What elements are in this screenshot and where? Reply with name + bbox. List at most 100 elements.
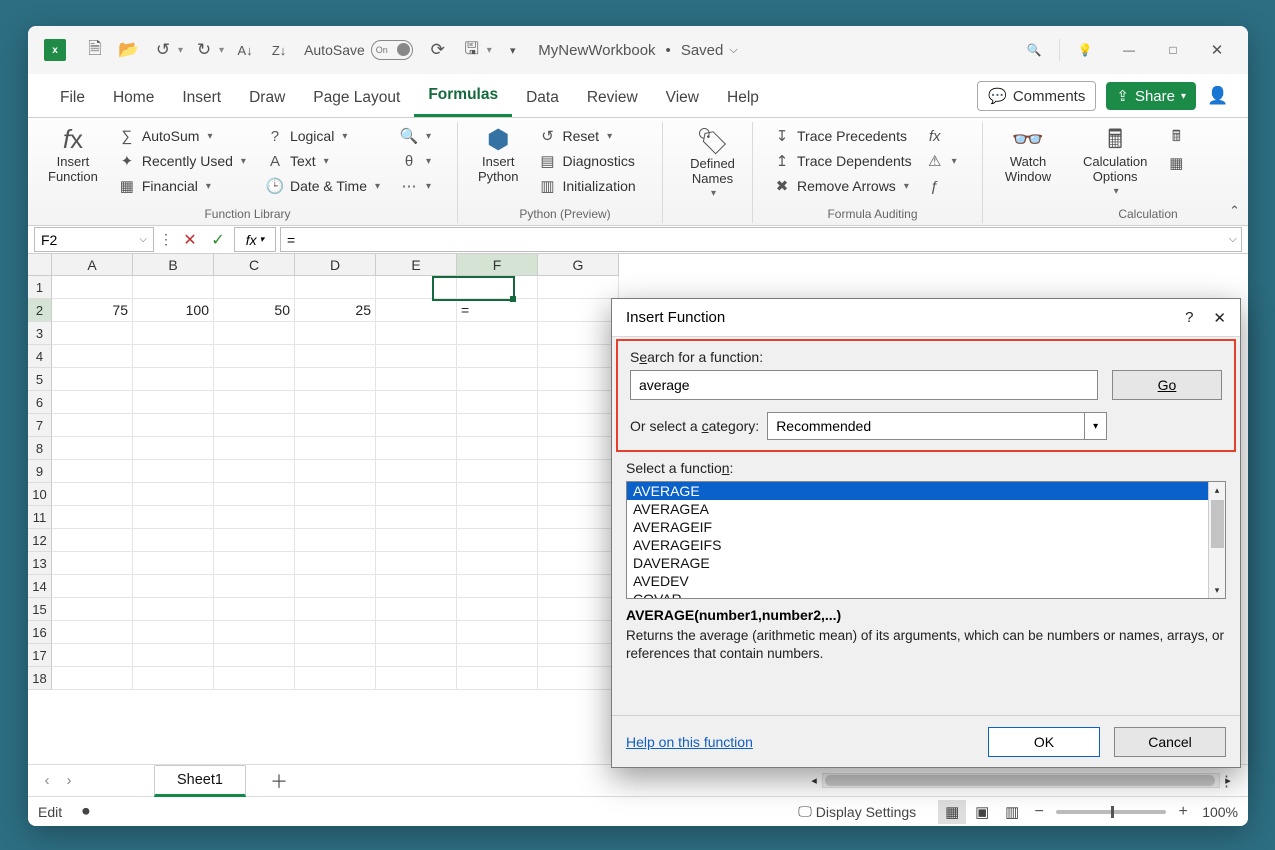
more-functions-button[interactable]: ⋯▾ <box>396 174 435 198</box>
cell[interactable] <box>52 414 133 437</box>
reset-button[interactable]: ↺Reset▾ <box>534 124 639 148</box>
tab-home[interactable]: Home <box>99 81 168 117</box>
row-header[interactable]: 1 <box>28 276 52 299</box>
cell[interactable] <box>457 483 538 506</box>
cancel-button[interactable]: Cancel <box>1114 727 1226 757</box>
trace-precedents-button[interactable]: ↧Trace Precedents <box>769 124 916 148</box>
function-list-item[interactable]: AVERAGE <box>627 482 1225 500</box>
column-header[interactable]: D <box>295 254 376 276</box>
cell[interactable] <box>214 575 295 598</box>
scroll-up-icon[interactable]: ▴ <box>1215 482 1220 498</box>
row-header[interactable]: 8 <box>28 437 52 460</box>
cell[interactable]: = <box>457 299 538 322</box>
tab-file[interactable]: File <box>46 81 99 117</box>
cell[interactable] <box>52 368 133 391</box>
error-checking-button[interactable]: ⚠▾ <box>922 149 961 173</box>
defined-names-button[interactable]: 🏷 Defined Names▾ <box>673 122 752 199</box>
cell[interactable] <box>538 322 619 345</box>
sheet-nav-prev-icon[interactable]: ‹ <box>36 770 58 792</box>
row-header[interactable]: 11 <box>28 506 52 529</box>
cell[interactable] <box>457 345 538 368</box>
cell[interactable] <box>214 276 295 299</box>
tab-review[interactable]: Review <box>573 81 652 117</box>
cell[interactable] <box>214 621 295 644</box>
cell[interactable] <box>538 552 619 575</box>
cell[interactable] <box>538 437 619 460</box>
fill-handle-icon[interactable] <box>510 296 516 302</box>
cell[interactable] <box>52 460 133 483</box>
sheet-nav-next-icon[interactable]: › <box>58 770 80 792</box>
math-button[interactable]: θ▾ <box>396 149 435 173</box>
redo-more-icon[interactable]: ▾ <box>219 45 224 56</box>
logical-button[interactable]: ?Logical▾ <box>262 124 384 148</box>
sort-asc-icon[interactable]: A↓ <box>230 35 260 65</box>
cell[interactable] <box>52 483 133 506</box>
remove-arrows-button[interactable]: ✖Remove Arrows▾ <box>769 174 916 198</box>
tab-draw[interactable]: Draw <box>235 81 299 117</box>
row-header[interactable]: 16 <box>28 621 52 644</box>
cell[interactable] <box>133 621 214 644</box>
ok-button[interactable]: OK <box>988 727 1100 757</box>
row-header[interactable]: 6 <box>28 391 52 414</box>
watch-window-button[interactable]: 👓 Watch Window <box>993 122 1063 184</box>
cell[interactable] <box>376 299 457 322</box>
cell[interactable] <box>376 644 457 667</box>
cell[interactable] <box>214 644 295 667</box>
formula-input[interactable]: = ⌵ <box>280 227 1242 252</box>
calculate-now-button[interactable]: 🖩 <box>1163 126 1189 150</box>
cell[interactable] <box>52 598 133 621</box>
cell[interactable] <box>295 437 376 460</box>
cell[interactable] <box>376 483 457 506</box>
open-file-icon[interactable]: 📂 <box>114 35 144 65</box>
cell[interactable] <box>133 529 214 552</box>
row-header[interactable]: 5 <box>28 368 52 391</box>
financial-button[interactable]: ▦Financial▾ <box>114 174 250 198</box>
cell[interactable]: 75 <box>52 299 133 322</box>
row-header[interactable]: 14 <box>28 575 52 598</box>
dialog-close-icon[interactable]: ✕ <box>1213 309 1226 327</box>
cell[interactable] <box>376 322 457 345</box>
cell[interactable] <box>376 575 457 598</box>
cell[interactable] <box>52 575 133 598</box>
cell[interactable] <box>295 529 376 552</box>
tab-view[interactable]: View <box>652 81 713 117</box>
row-header[interactable]: 3 <box>28 322 52 345</box>
cell[interactable] <box>52 345 133 368</box>
cell[interactable] <box>295 345 376 368</box>
function-list-item[interactable]: AVERAGEA <box>627 500 1225 518</box>
cell[interactable] <box>133 414 214 437</box>
help-on-function-link[interactable]: Help on this function <box>626 734 753 750</box>
cell[interactable] <box>457 621 538 644</box>
cell[interactable] <box>214 483 295 506</box>
row-header[interactable]: 7 <box>28 414 52 437</box>
cell[interactable] <box>457 391 538 414</box>
go-button[interactable]: Go <box>1112 370 1222 400</box>
page-layout-view-icon[interactable]: ▣ <box>968 800 996 824</box>
horizontal-scrollbar[interactable]: ◂ ▸ <box>806 773 1236 788</box>
cell[interactable] <box>538 667 619 690</box>
cell[interactable] <box>376 391 457 414</box>
row-header[interactable]: 12 <box>28 529 52 552</box>
function-list-item[interactable]: COVAR <box>627 590 1225 599</box>
add-sheet-icon[interactable]: ＋ <box>270 768 288 794</box>
share-button[interactable]: ⇪ Share ▾ <box>1106 82 1196 110</box>
cell[interactable] <box>376 345 457 368</box>
scroll-right-icon[interactable]: ▸ <box>1220 773 1236 789</box>
cell[interactable] <box>538 506 619 529</box>
row-header[interactable]: 13 <box>28 552 52 575</box>
cell[interactable] <box>538 529 619 552</box>
function-list-item[interactable]: AVERAGEIFS <box>627 536 1225 554</box>
evaluate-formula-button[interactable]: ƒ <box>922 174 961 198</box>
cell[interactable]: 25 <box>295 299 376 322</box>
cell[interactable] <box>538 414 619 437</box>
cell[interactable] <box>376 437 457 460</box>
cell[interactable]: 100 <box>133 299 214 322</box>
cell[interactable] <box>52 276 133 299</box>
maximize-icon[interactable]: □ <box>1152 33 1194 67</box>
cell[interactable] <box>538 460 619 483</box>
row-header[interactable]: 15 <box>28 598 52 621</box>
cell[interactable] <box>376 598 457 621</box>
cell[interactable] <box>376 368 457 391</box>
tab-page-layout[interactable]: Page Layout <box>299 81 414 117</box>
cell[interactable] <box>133 575 214 598</box>
